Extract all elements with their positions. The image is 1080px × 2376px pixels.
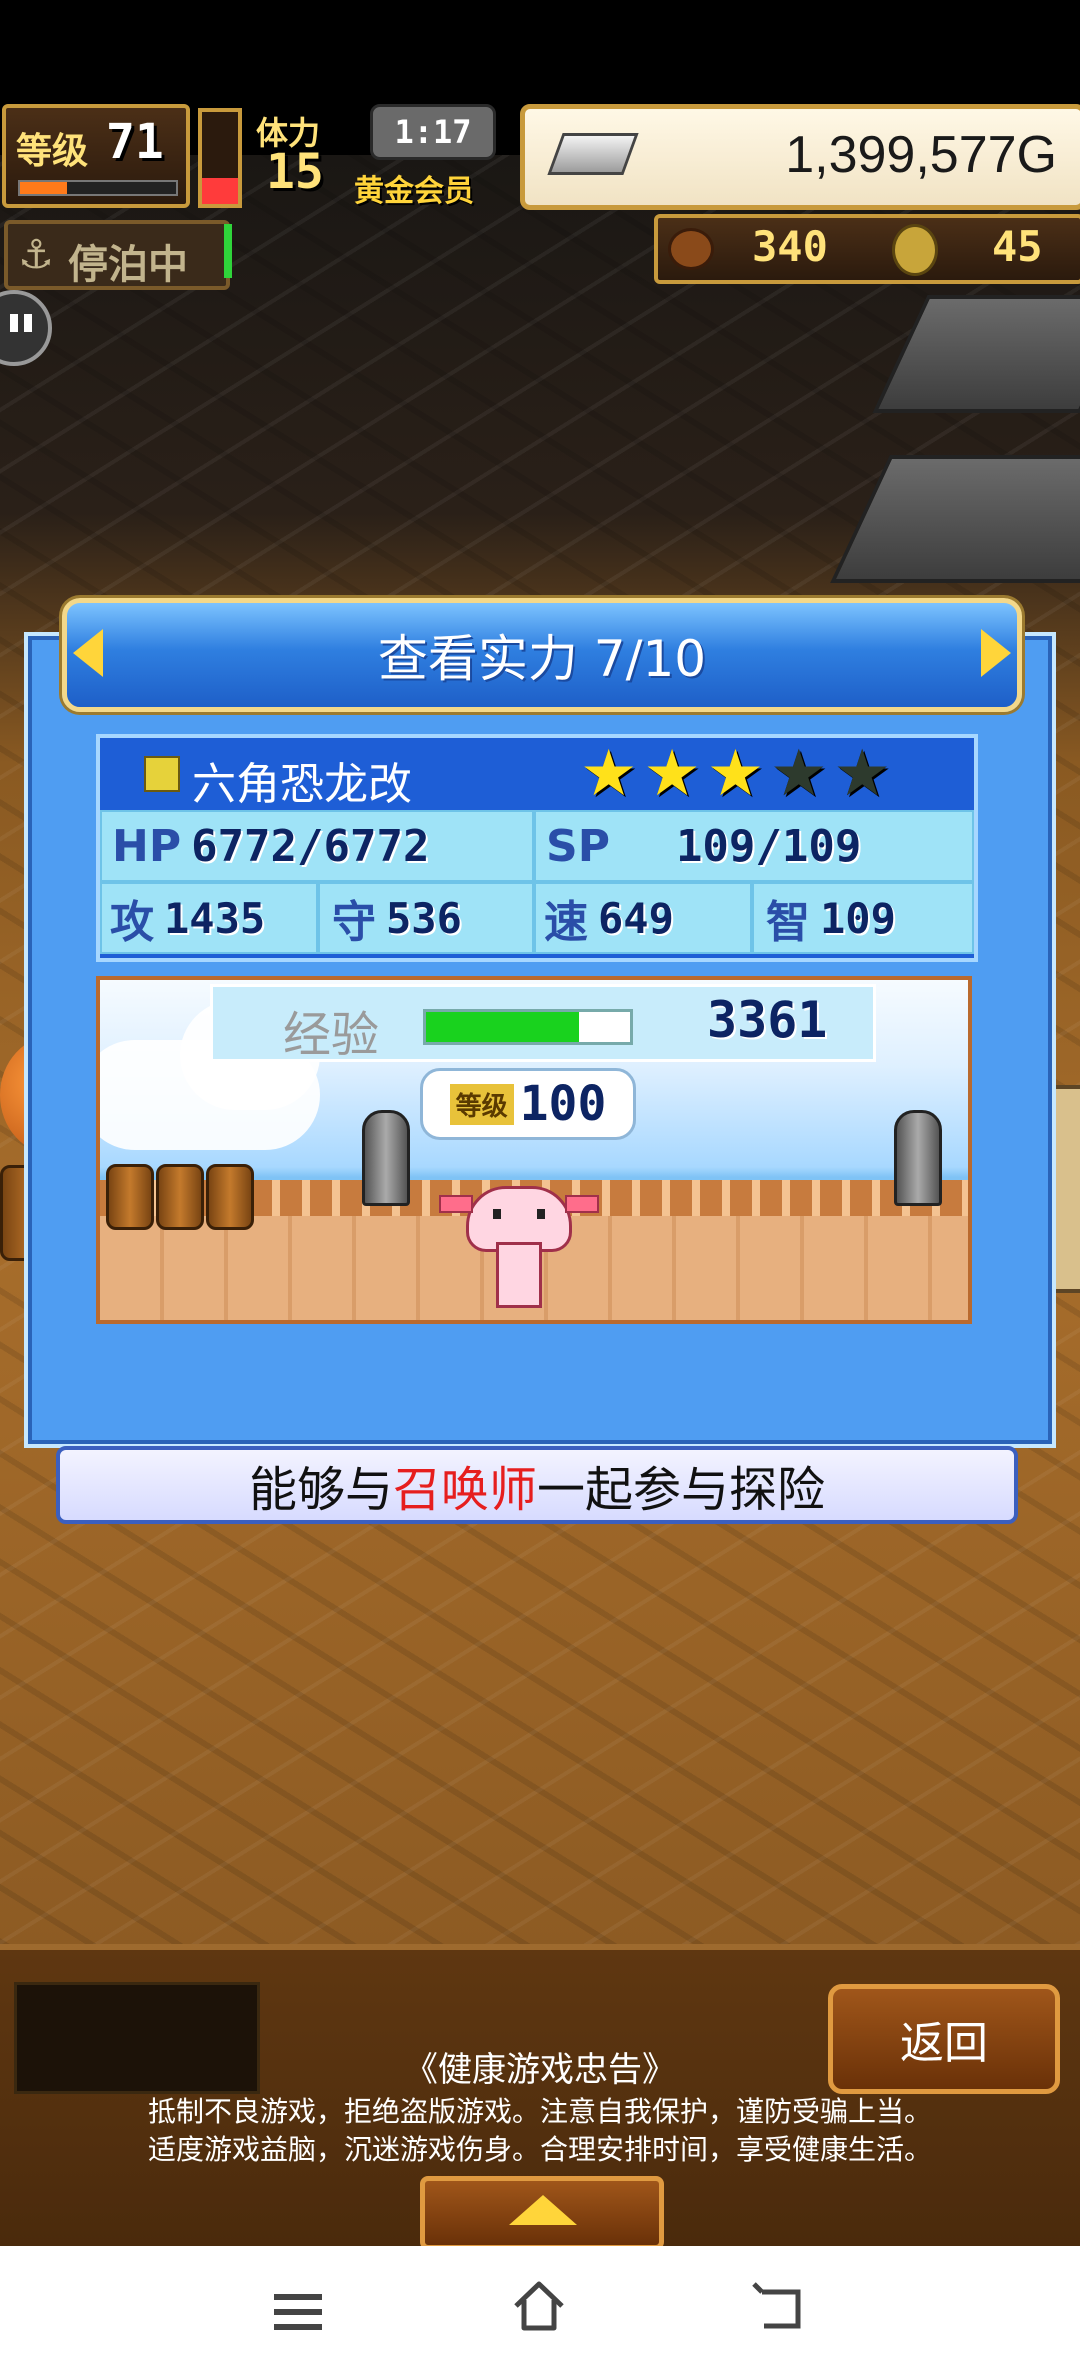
name-row: 六角恐龙改 ★ ★ ★ ★ ★ [100, 738, 974, 810]
atk-value: 1435 [164, 893, 266, 943]
atk-cell: 攻 1435 [100, 882, 318, 954]
sp-cell: SP 109/109 [534, 810, 974, 882]
home-icon[interactable] [510, 2276, 568, 2334]
anchor-status: 停泊中 [68, 242, 188, 288]
rarity-stars: ★ ★ ★ ★ ★ [580, 742, 891, 806]
level-value: 71 [106, 114, 164, 170]
summon-suffix: 一起参与探险 [537, 1462, 826, 1518]
resource-box: 340 45 [654, 214, 1080, 284]
hp-cell: HP 6772/6772 [100, 810, 534, 882]
member-label: 黄金会员 [354, 174, 474, 209]
next-arrow-icon[interactable] [981, 629, 1011, 677]
resource-1-value: 340 [752, 222, 828, 271]
notice-line-1: 抵制不良游戏，拒绝盗版游戏。注意自我保护，谨防受骗上当。 [147, 2095, 932, 2128]
spd-value: 649 [598, 893, 674, 943]
exp-progress-bar [423, 1009, 633, 1045]
summon-prefix: 能够与 [248, 1462, 393, 1518]
barrel [156, 1164, 204, 1230]
building-roof [830, 455, 1080, 583]
cannon [362, 1110, 410, 1206]
star-filled-icon: ★ [643, 737, 701, 811]
level-box: 等级 71 [2, 104, 190, 208]
star-filled-icon: ★ [580, 737, 638, 811]
hp-label: HP [112, 820, 182, 872]
exp-value: 3361 [707, 991, 828, 1049]
silver-ingot-icon [547, 133, 639, 175]
panel-title: 查看实力 7/10 [377, 630, 707, 688]
summon-highlight: 召唤师 [392, 1462, 537, 1518]
anchor-icon: ⚓ [18, 232, 54, 278]
level-label: 等级 [16, 131, 89, 172]
int-value: 109 [820, 893, 896, 943]
building-roof [872, 295, 1080, 413]
food-icon [668, 228, 714, 270]
gold-box: 1,399,577G [520, 104, 1080, 210]
timer-box: 1:17 [370, 104, 496, 160]
barrel [206, 1164, 254, 1230]
exp-label: 经验 [283, 1007, 380, 1063]
level-bubble: 等级 100 [420, 1068, 636, 1140]
stamina-box: 体力 15 1:17 黄金会员 [250, 104, 500, 209]
gold-amount: 1,399,577G [785, 126, 1057, 184]
monster-body [496, 1242, 542, 1308]
timer: 1:17 [394, 113, 472, 151]
monster-viewport: 经验 3361 等级 100 [96, 976, 972, 1324]
star-empty-icon: ★ [833, 737, 891, 811]
back-icon[interactable] [752, 2280, 808, 2336]
menu-icon[interactable] [274, 2294, 322, 2330]
exp-bar [18, 180, 178, 196]
footer-bar: 返回 《健康游戏忠告》 抵制不良游戏，拒绝盗版游戏。注意自我保护，谨防受骗上当。… [0, 1944, 1080, 2252]
level-bubble-value: 100 [519, 1076, 607, 1132]
barrel [106, 1164, 154, 1230]
resource-2-value: 45 [992, 222, 1043, 271]
expand-button[interactable] [420, 2176, 664, 2250]
level-bubble-label: 等级 [449, 1083, 514, 1125]
notice-title: 《健康游戏忠告》 [404, 2050, 676, 2090]
sp-value: 109/109 [675, 820, 862, 872]
sp-label: SP [546, 820, 610, 872]
def-label: 守 [332, 897, 376, 948]
stamina-value: 15 [266, 144, 324, 200]
def-cell: 守 536 [318, 882, 534, 954]
up-arrow-icon [509, 2195, 577, 2225]
element-icon [144, 756, 180, 792]
cannon [894, 1110, 942, 1206]
stamina-gauge [198, 108, 242, 208]
anchor-status-box[interactable]: ⚓ 停泊中 [4, 220, 230, 290]
monster-name: 六角恐龙改 [192, 759, 412, 810]
stats-table: 六角恐龙改 ★ ★ ★ ★ ★ HP 6772/6772 SP 109/109 攻 14… [96, 734, 978, 962]
signal-indicator [224, 224, 232, 278]
exp-box: 经验 3361 [210, 984, 876, 1063]
spd-label: 速 [544, 897, 588, 948]
star-filled-icon: ★ [706, 737, 765, 811]
atk-label: 攻 [110, 897, 154, 948]
int-cell: 智 109 [752, 882, 974, 954]
panel-header: 查看实力 7/10 [62, 598, 1022, 712]
spd-cell: 速 649 [534, 882, 752, 954]
int-label: 智 [766, 897, 810, 948]
navigation-bar [0, 2246, 1080, 2376]
hp-value: 6772/6772 [191, 820, 430, 872]
notice-line-2: 适度游戏益脑，沉迷游戏伤身。合理安排时间，享受健康生活。 [147, 2133, 932, 2166]
coin-icon [892, 224, 938, 276]
def-value: 536 [386, 893, 462, 943]
star-empty-icon: ★ [770, 737, 828, 811]
summon-banner: 能够与 召唤师 一起参与探险 [56, 1446, 1018, 1524]
